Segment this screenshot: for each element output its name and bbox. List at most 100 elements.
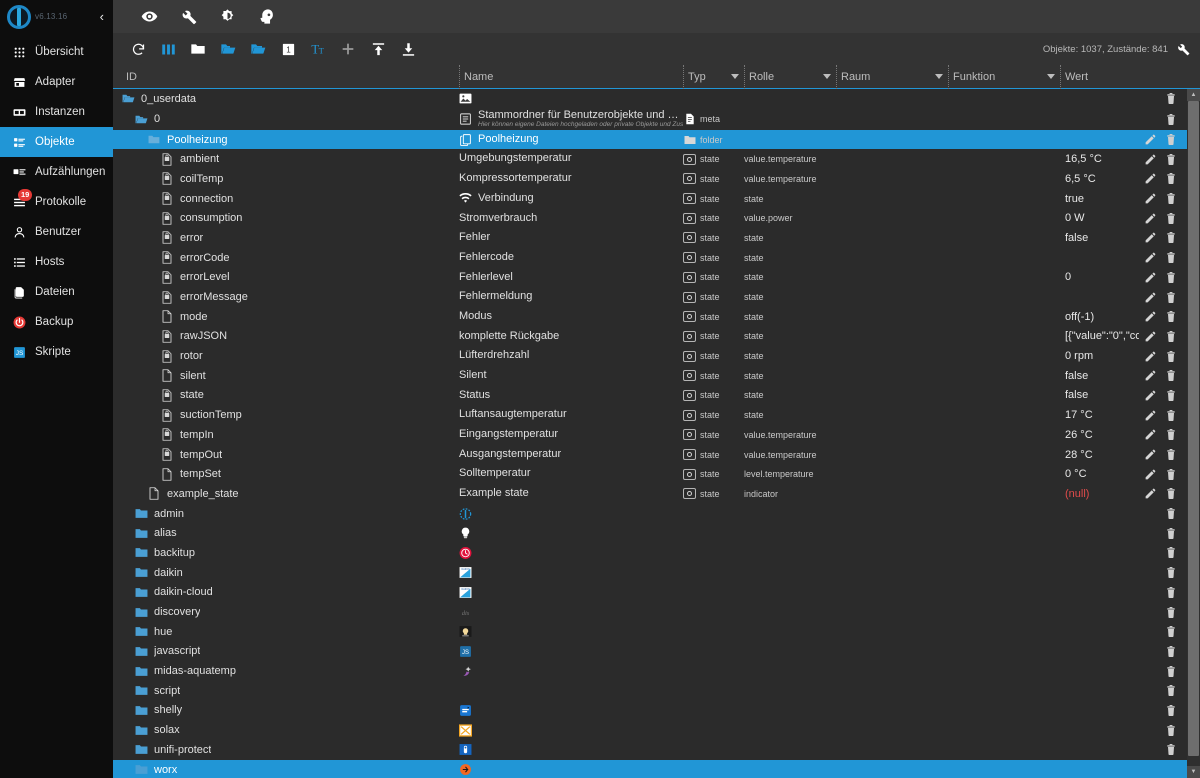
scroll-up-arrow[interactable]: ▲ — [1187, 89, 1200, 101]
expand-one-button[interactable] — [243, 36, 273, 62]
cell-object-value[interactable]: 26 °C — [1060, 429, 1139, 441]
table-row[interactable]: tempSetSolltemperaturstatelevel.temperat… — [113, 464, 1187, 484]
table-row[interactable]: unifi-protect — [113, 740, 1187, 760]
sidebar-item-objekte[interactable]: Objekte — [0, 127, 113, 157]
cell-object-value[interactable]: true — [1060, 193, 1139, 205]
edit-pencil-icon[interactable] — [1144, 212, 1157, 225]
delete-trash-icon[interactable] — [1165, 625, 1177, 638]
table-row[interactable]: daikin-cloudDAIKIN — [113, 583, 1187, 603]
delete-trash-icon[interactable] — [1165, 507, 1177, 520]
cell-object-value[interactable]: false — [1060, 389, 1139, 401]
cell-object-value[interactable]: 0 rpm — [1060, 350, 1139, 362]
sidebar-item-uebersicht[interactable]: Übersicht — [0, 37, 113, 67]
delete-trash-icon[interactable] — [1165, 271, 1177, 284]
sidebar-item-aufzaehlungen[interactable]: Aufzählungen — [0, 157, 113, 187]
delete-trash-icon[interactable] — [1165, 468, 1177, 481]
delete-trash-icon[interactable] — [1165, 724, 1177, 737]
sidebar-item-skripte[interactable]: JS Skripte — [0, 337, 113, 367]
column-header-wert[interactable]: Wert — [1060, 65, 1200, 89]
table-row[interactable]: example_stateExample statestateindicator… — [113, 484, 1187, 504]
sidebar-item-dateien[interactable]: Dateien — [0, 277, 113, 307]
edit-pencil-icon[interactable] — [1144, 350, 1157, 363]
edit-pencil-icon[interactable] — [1144, 192, 1157, 205]
delete-trash-icon[interactable] — [1165, 546, 1177, 559]
delete-trash-icon[interactable] — [1165, 704, 1177, 717]
sidebar-item-instanzen[interactable]: Instanzen — [0, 97, 113, 127]
delete-trash-icon[interactable] — [1165, 665, 1177, 678]
cell-object-value[interactable]: 17 °C — [1060, 409, 1139, 421]
table-row[interactable]: coilTempKompressortemperaturstatevalue.t… — [113, 169, 1187, 189]
delete-trash-icon[interactable] — [1165, 645, 1177, 658]
edit-pencil-icon[interactable] — [1144, 487, 1157, 500]
table-row[interactable]: script — [113, 681, 1187, 701]
table-row[interactable]: errorFehlerstatestatefalse — [113, 228, 1187, 248]
delete-trash-icon[interactable] — [1165, 92, 1177, 105]
column-header-rolle[interactable]: Rolle — [744, 65, 836, 89]
delete-trash-icon[interactable] — [1165, 409, 1177, 422]
cell-object-value[interactable]: off(-1) — [1060, 311, 1139, 323]
scrollbar-track[interactable] — [1187, 101, 1200, 766]
cell-object-value[interactable]: [{"value":"0","code... — [1060, 330, 1139, 342]
depth-one-button[interactable]: 1 — [273, 36, 303, 62]
table-row[interactable]: javascriptJS — [113, 642, 1187, 662]
vertical-scrollbar[interactable]: ▲ ▼ — [1187, 89, 1200, 778]
table-row[interactable]: hue — [113, 622, 1187, 642]
cell-object-value[interactable]: (null) — [1060, 488, 1139, 500]
edit-pencil-icon[interactable] — [1144, 330, 1157, 343]
edit-pencil-icon[interactable] — [1144, 369, 1157, 382]
table-row[interactable]: errorMessageFehlermeldungstatestate — [113, 287, 1187, 307]
sidebar-item-protokolle[interactable]: 19 Protokolle — [0, 187, 113, 217]
delete-trash-icon[interactable] — [1165, 153, 1177, 166]
table-row[interactable]: shelly — [113, 701, 1187, 721]
table-row[interactable]: solax — [113, 720, 1187, 740]
chevron-down-icon[interactable] — [823, 74, 831, 79]
delete-trash-icon[interactable] — [1165, 192, 1177, 205]
delete-trash-icon[interactable] — [1165, 527, 1177, 540]
expand-all-button[interactable] — [213, 36, 243, 62]
columns-button[interactable] — [153, 36, 183, 62]
chevron-down-icon[interactable] — [935, 74, 943, 79]
edit-pencil-icon[interactable] — [1144, 153, 1157, 166]
delete-trash-icon[interactable] — [1165, 448, 1177, 461]
table-row[interactable]: alias — [113, 523, 1187, 543]
table-row[interactable]: worx — [113, 760, 1187, 778]
table-row[interactable]: tempInEingangstemperaturstatevalue.tempe… — [113, 425, 1187, 445]
cell-object-value[interactable]: 0 W — [1060, 212, 1139, 224]
delete-trash-icon[interactable] — [1165, 389, 1177, 402]
delete-trash-icon[interactable] — [1165, 743, 1177, 756]
delete-trash-icon[interactable] — [1165, 291, 1177, 304]
edit-pencil-icon[interactable] — [1144, 428, 1157, 441]
export-button[interactable] — [393, 36, 423, 62]
user-head-icon[interactable] — [258, 8, 275, 25]
edit-pencil-icon[interactable] — [1144, 251, 1157, 264]
edit-pencil-icon[interactable] — [1144, 448, 1157, 461]
table-row[interactable]: rotorLüfterdrehzahlstatestate0 rpm — [113, 346, 1187, 366]
theme-brightness-icon[interactable] — [219, 8, 236, 25]
table-row[interactable]: discoverydis — [113, 602, 1187, 622]
table-row[interactable]: admin — [113, 504, 1187, 524]
table-row[interactable]: tempOutAusgangstemperaturstatevalue.temp… — [113, 445, 1187, 465]
table-row[interactable]: rawJSONkomplette Rückgabestatestate[{"va… — [113, 327, 1187, 347]
delete-trash-icon[interactable] — [1165, 310, 1177, 323]
edit-pencil-icon[interactable] — [1144, 133, 1157, 146]
table-row[interactable]: stateStatusstatestatefalse — [113, 386, 1187, 406]
delete-trash-icon[interactable] — [1165, 231, 1177, 244]
delete-trash-icon[interactable] — [1165, 684, 1177, 697]
delete-trash-icon[interactable] — [1165, 586, 1177, 599]
table-row[interactable]: ambientUmgebungstemperaturstatevalue.tem… — [113, 149, 1187, 169]
column-header-funktion[interactable]: Funktion — [948, 65, 1060, 89]
sidebar-item-adapter[interactable]: Adapter — [0, 67, 113, 97]
collapse-all-button[interactable] — [183, 36, 213, 62]
scrollbar-thumb[interactable] — [1188, 101, 1199, 756]
sidebar-item-hosts[interactable]: Hosts — [0, 247, 113, 277]
expert-mode-eye-icon[interactable] — [141, 8, 158, 25]
wrench-icon[interactable] — [180, 8, 197, 25]
import-button[interactable] — [363, 36, 393, 62]
chevron-down-icon[interactable] — [1047, 74, 1055, 79]
delete-trash-icon[interactable] — [1165, 369, 1177, 382]
add-object-button[interactable] — [333, 36, 363, 62]
delete-trash-icon[interactable] — [1165, 330, 1177, 343]
cell-object-value[interactable]: 0 °C — [1060, 468, 1139, 480]
table-row[interactable]: errorLevelFehlerlevelstatestate0 — [113, 268, 1187, 288]
cell-object-value[interactable]: 6,5 °C — [1060, 173, 1139, 185]
